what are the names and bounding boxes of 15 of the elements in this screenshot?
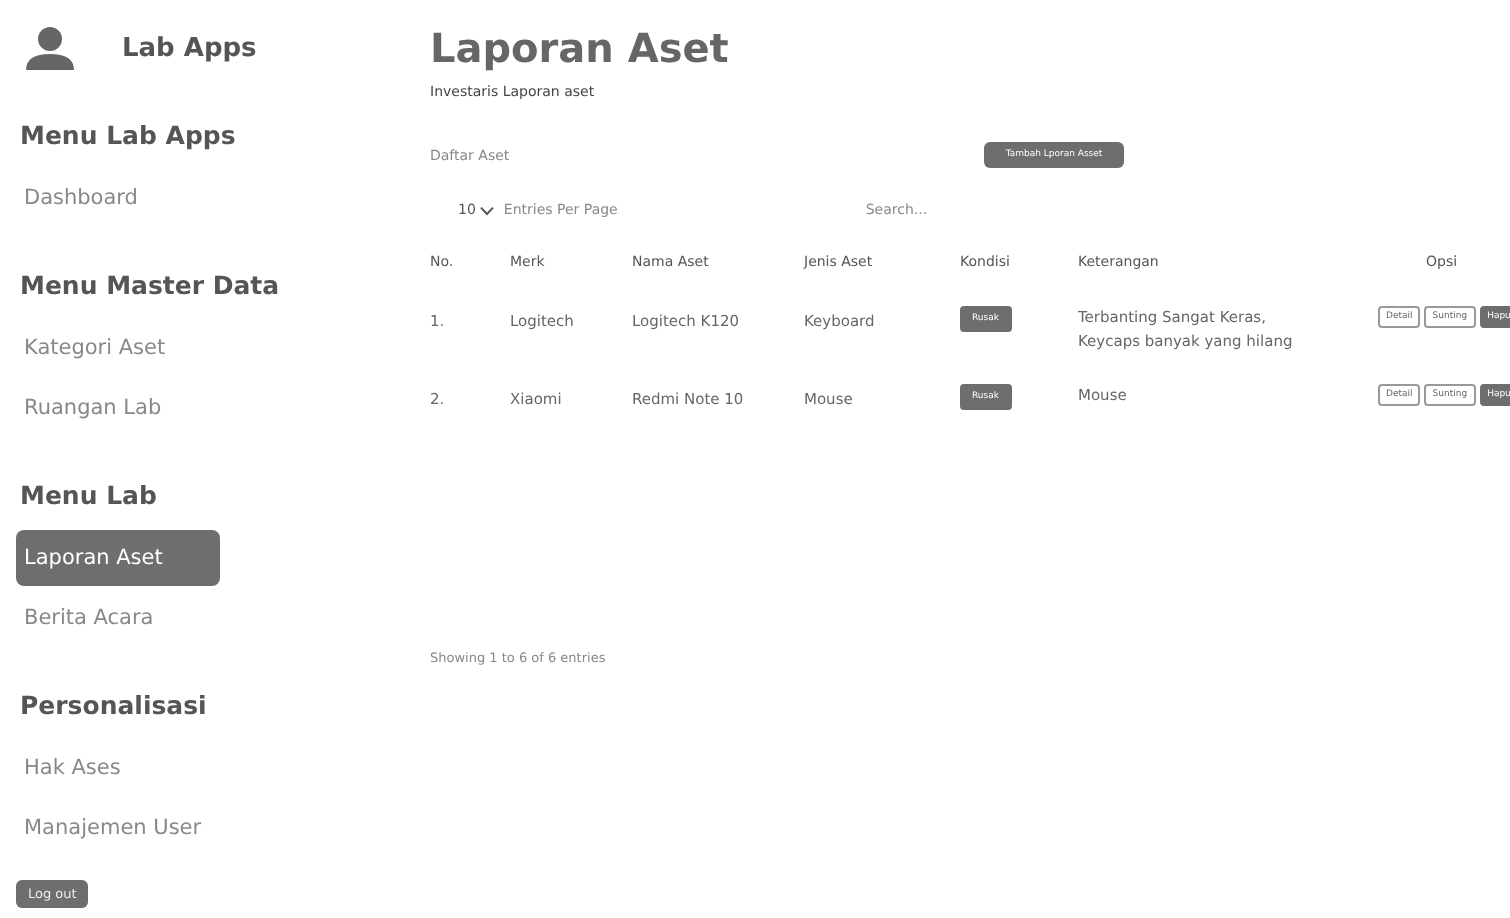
- sidebar-item[interactable]: Manajemen User: [16, 800, 220, 856]
- sidebar-item[interactable]: Berita Acara: [16, 590, 220, 646]
- menu-heading: Personalisasi: [18, 688, 209, 724]
- sidebar-item[interactable]: Laporan Aset: [16, 530, 220, 586]
- sidebar-item[interactable]: Hak Ases: [16, 740, 220, 796]
- sidebar-item[interactable]: Ruangan Lab: [16, 380, 220, 436]
- menu-heading: Menu Lab Apps: [18, 118, 238, 154]
- user-icon: [24, 26, 76, 70]
- sidebar-item[interactable]: Dashboard: [16, 170, 220, 226]
- menu-heading: Menu Lab: [18, 478, 159, 514]
- chevron-down-icon: [479, 205, 494, 215]
- sidebar-item[interactable]: Kategori Aset: [16, 320, 220, 376]
- page-title: Laporan Aset: [430, 24, 731, 72]
- menu-heading: Menu Master Data: [18, 268, 282, 304]
- app-title: Lab Apps: [122, 33, 257, 63]
